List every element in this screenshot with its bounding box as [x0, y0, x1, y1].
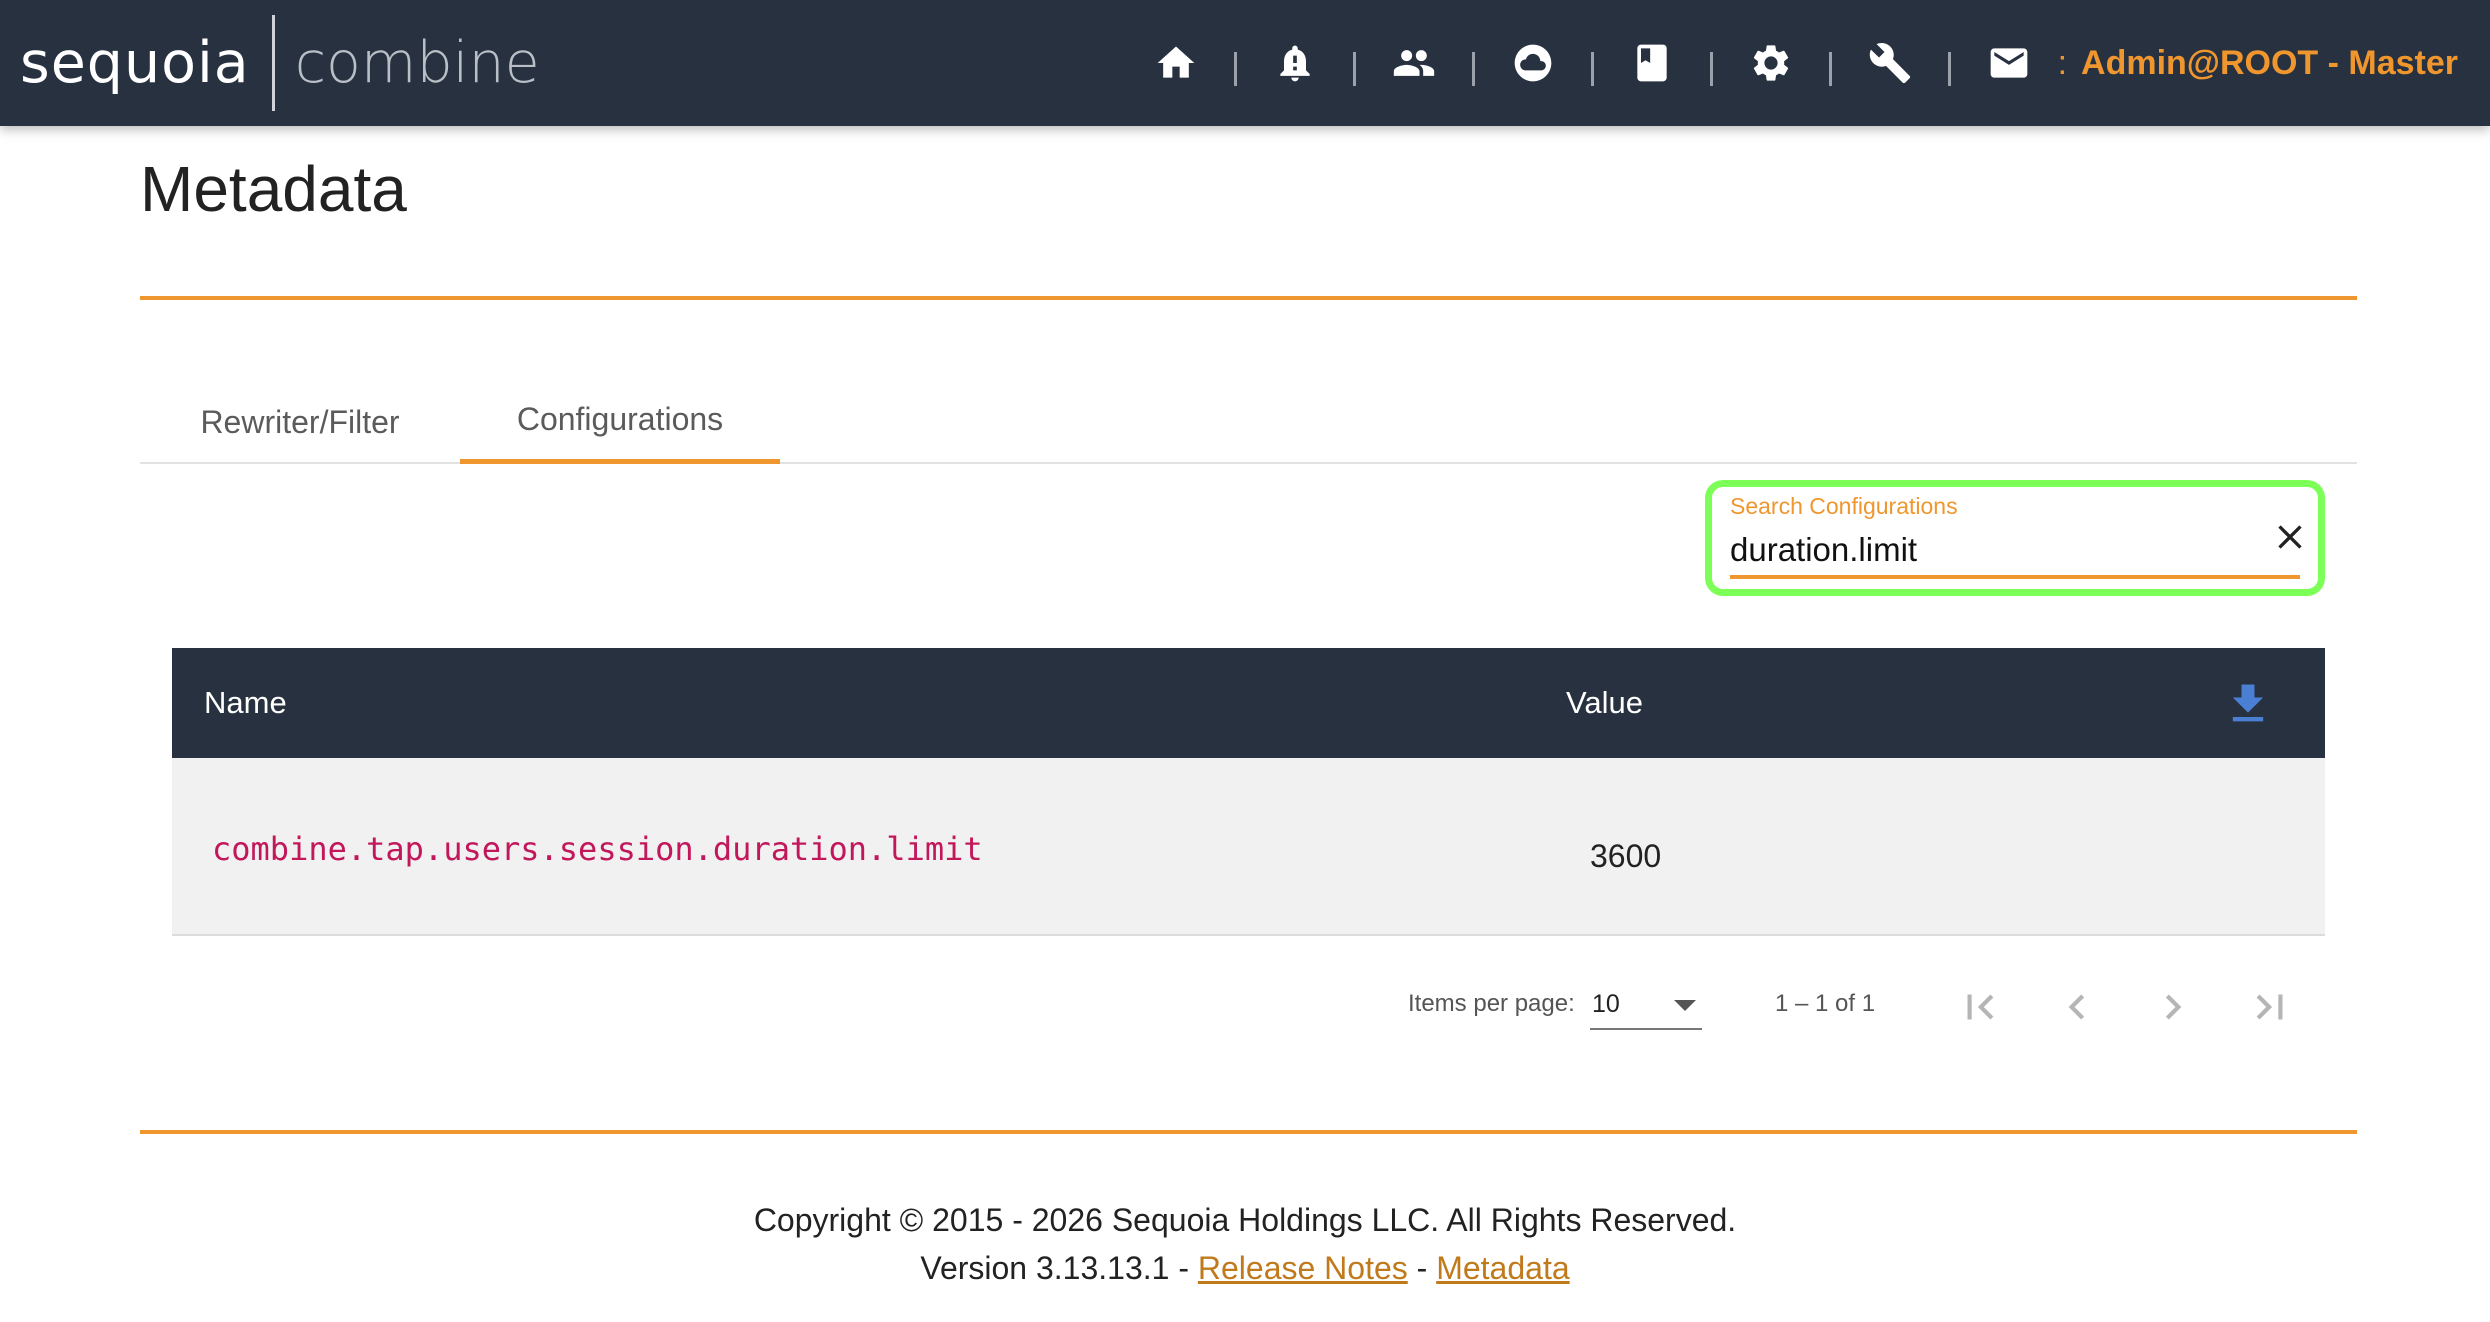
download-button[interactable] — [2222, 678, 2274, 730]
mail-icon[interactable] — [1978, 32, 2040, 94]
gear-icon[interactable] — [1740, 32, 1802, 94]
footer-divider — [140, 1130, 2357, 1134]
configurations-table: Name Value combine.tap.users.session.dur… — [172, 648, 2325, 936]
wrench-icon[interactable] — [1859, 32, 1921, 94]
metadata-link[interactable]: Metadata — [1436, 1250, 1569, 1286]
table-header: Name Value — [172, 648, 2325, 758]
previous-page-button[interactable] — [2052, 982, 2102, 1032]
user-account-label[interactable]: Admin@ROOT - Master — [2081, 44, 2458, 83]
nav-separator — [1352, 52, 1356, 86]
logo-sequoia-text: sequoia — [20, 30, 250, 96]
config-name-cell: combine.tap.users.session.duration.limit — [212, 830, 983, 868]
bell-icon[interactable] — [1264, 32, 1326, 94]
next-page-button[interactable] — [2148, 982, 2198, 1032]
nav-separator — [1709, 52, 1713, 86]
tab-rewriter-filter[interactable]: Rewriter/Filter — [140, 380, 460, 464]
config-value-cell: 3600 — [1590, 838, 1662, 874]
nav-separator — [1828, 52, 1832, 86]
last-page-button[interactable] — [2245, 982, 2295, 1032]
header-divider — [140, 296, 2357, 300]
version-text: Version 3.13.13.1 - — [920, 1250, 1198, 1286]
first-page-icon — [1967, 994, 1994, 1020]
nav-separator — [1947, 52, 1951, 86]
items-per-page-value: 10 — [1592, 990, 1620, 1018]
top-navbar: sequoia combine: Admin@ROOT - Master — [0, 0, 2490, 126]
footer-copyright: Copyright © 2015 - 2026 Sequoia Holdings… — [753, 1202, 1737, 1238]
pagination-range: 1 – 1 of 1 — [1775, 990, 1876, 1017]
items-per-page-select[interactable]: 10 — [1590, 982, 1702, 1030]
home-icon[interactable] — [1145, 32, 1207, 94]
cloud-icon[interactable] — [1502, 32, 1564, 94]
chevron-right-icon — [2165, 994, 2182, 1020]
nav-separator — [1471, 52, 1475, 86]
nav-separator — [1590, 52, 1594, 86]
search-label: Search Configurations — [1730, 493, 1958, 519]
page-title: Metadata — [140, 153, 407, 225]
close-icon — [2278, 525, 2302, 549]
logo-divider — [271, 15, 275, 111]
footer-link-separator: - — [1407, 1250, 1437, 1286]
search-underline — [1730, 575, 2300, 579]
clear-search-button[interactable] — [2270, 517, 2310, 557]
caret-down-icon — [1674, 1000, 1696, 1011]
column-header-value[interactable]: Value — [1566, 648, 1643, 758]
user-separator: : — [2057, 43, 2068, 82]
table-row[interactable]: combine.tap.users.session.duration.limit… — [172, 758, 2325, 936]
release-notes-link[interactable]: Release Notes — [1198, 1250, 1408, 1286]
tab-configurations[interactable]: Configurations — [460, 380, 780, 464]
metadata-tabs: Rewriter/Filter Configurations — [140, 380, 2357, 464]
first-page-button[interactable] — [1955, 982, 2005, 1032]
book-icon[interactable] — [1621, 32, 1683, 94]
nav-icons: : Admin@ROOT - Master — [1145, 0, 2458, 126]
download-icon — [2232, 684, 2264, 722]
sequoia-combine-logo[interactable]: sequoia combine — [20, 0, 540, 126]
users-icon[interactable] — [1383, 32, 1445, 94]
footer-version-line: Version 3.13.13.1 - Release Notes - Meta… — [0, 1250, 2490, 1287]
search-input[interactable] — [1730, 527, 2250, 573]
last-page-icon — [2256, 994, 2283, 1020]
column-header-name[interactable]: Name — [204, 648, 287, 758]
chevron-left-icon — [2068, 994, 2085, 1020]
items-per-page-label: Items per page: — [1408, 990, 1575, 1017]
search-configurations-field: Search Configurations — [1705, 480, 2325, 596]
logo-combine-text: combine — [294, 30, 540, 96]
nav-separator — [1233, 52, 1237, 86]
